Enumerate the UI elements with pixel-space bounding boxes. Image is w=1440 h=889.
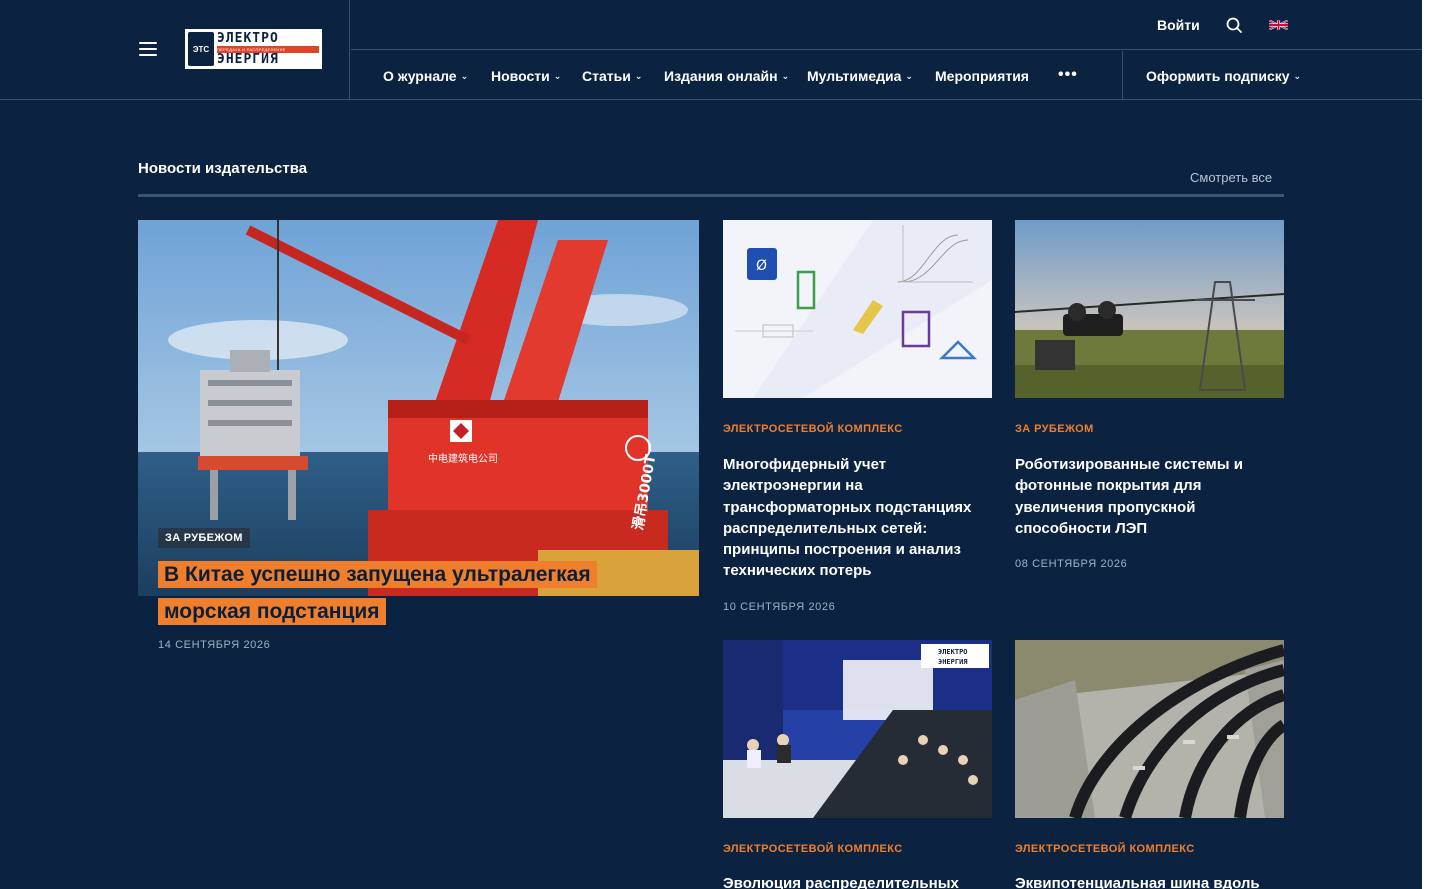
section-divider	[138, 194, 1284, 197]
featured-title: В Китае успешно запущена ультралегкая мо…	[158, 561, 597, 625]
nav-item-events[interactable]: Мероприятия	[935, 68, 1029, 84]
search-icon[interactable]	[1226, 17, 1242, 33]
chevron-down-icon: ⌄	[553, 71, 562, 81]
card-category[interactable]: ЭЛЕКТРОСЕТЕВОЙ КОМПЛЕКС	[723, 423, 903, 435]
card-category[interactable]: ЗА РУБЕЖОМ	[1015, 423, 1094, 435]
chevron-down-icon: ⌄	[634, 71, 643, 81]
logo-line-2: ЭНЕРГИЯ	[217, 52, 279, 67]
card-image-4[interactable]	[1015, 640, 1284, 818]
page-scroll-gutter	[1422, 0, 1440, 889]
nav-item-about[interactable]: О журнале ⌄	[383, 68, 468, 84]
card-title[interactable]: Роботизированные системы и фотонные покр…	[1015, 454, 1255, 539]
card-image-2[interactable]	[1015, 220, 1284, 398]
card-image-1[interactable]: Ø	[723, 220, 992, 398]
nav-item-online-editions[interactable]: Издания онлайн ⌄	[664, 68, 789, 84]
hamburger-icon[interactable]	[139, 42, 157, 56]
login-link[interactable]: Войти	[1157, 17, 1200, 33]
logo-line-1: ЭЛЕКТРО	[217, 31, 279, 46]
featured-category-tag[interactable]: ЗА РУБЕЖОМ	[158, 528, 250, 548]
card-category[interactable]: ЭЛЕКТРОСЕТЕВОЙ КОМПЛЕКС	[723, 843, 903, 855]
see-all-link[interactable]: Смотреть все	[1190, 170, 1272, 185]
chevron-down-icon: ⌄	[1293, 71, 1302, 81]
svg-text:ЭНЕРГИЯ: ЭНЕРГИЯ	[938, 658, 968, 666]
page: ЭТС ЭЛЕКТРО ПЕРЕДАЧА И РАСПРЕДЕЛЕНИЕ ЭНЕ…	[0, 0, 1422, 889]
chevron-down-icon: ⌄	[905, 71, 913, 81]
top-bar: Войти	[351, 0, 1422, 50]
card-image-3[interactable]: ЭЛЕКТРО ЭНЕРГИЯ	[723, 640, 992, 818]
chevron-down-icon: ⌄	[460, 71, 469, 81]
nav-divider	[1122, 51, 1123, 99]
nav-item-articles[interactable]: Статьи ⌄	[582, 68, 642, 84]
card-date: 08 СЕНТЯБРЯ 2026	[1015, 558, 1128, 570]
more-menu-icon[interactable]: •••	[1058, 66, 1078, 84]
card-title[interactable]: Многофидерный учет электроэнергии на тра…	[723, 454, 991, 582]
card-title[interactable]: Эквипотенциальная шина вдоль	[1015, 873, 1283, 889]
featured-title-link[interactable]: В Китае успешно запущена ультралегкая мо…	[158, 557, 678, 631]
card-date: 10 СЕНТЯБРЯ 2026	[723, 601, 836, 613]
card-category[interactable]: ЭЛЕКТРОСЕТЕВОЙ КОМПЛЕКС	[1015, 843, 1195, 855]
logo-emblem: ЭТС	[188, 32, 214, 66]
svg-text:中电建筑电公司: 中电建筑电公司	[428, 452, 498, 465]
featured-date: 14 СЕНТЯБРЯ 2026	[158, 639, 271, 651]
nav-item-news[interactable]: Новости ⌄	[491, 68, 561, 84]
uk-flag-icon[interactable]	[1269, 20, 1288, 30]
chevron-down-icon: ⌄	[781, 71, 790, 81]
subscribe-dropdown[interactable]: Оформить подписку ⌄	[1146, 68, 1301, 84]
nav-item-multimedia[interactable]: Мультимедиа ⌄	[807, 68, 913, 84]
section-title: Новости издательства	[138, 160, 308, 177]
brand-block: ЭТС ЭЛЕКТРО ПЕРЕДАЧА И РАСПРЕДЕЛЕНИЕ ЭНЕ…	[0, 0, 350, 99]
site-header: ЭТС ЭЛЕКТРО ПЕРЕДАЧА И РАСПРЕДЕЛЕНИЕ ЭНЕ…	[0, 0, 1422, 100]
card-title[interactable]: Эволюция распределительных	[723, 873, 991, 889]
site-logo[interactable]: ЭТС ЭЛЕКТРО ПЕРЕДАЧА И РАСПРЕДЕЛЕНИЕ ЭНЕ…	[185, 29, 322, 69]
svg-text:Ø: Ø	[756, 258, 767, 274]
main-nav: О журнале ⌄ Новости ⌄ Статьи ⌄ Издания онла…	[351, 51, 1422, 99]
svg-text:ЭЛЕКТРО: ЭЛЕКТРО	[938, 648, 968, 656]
